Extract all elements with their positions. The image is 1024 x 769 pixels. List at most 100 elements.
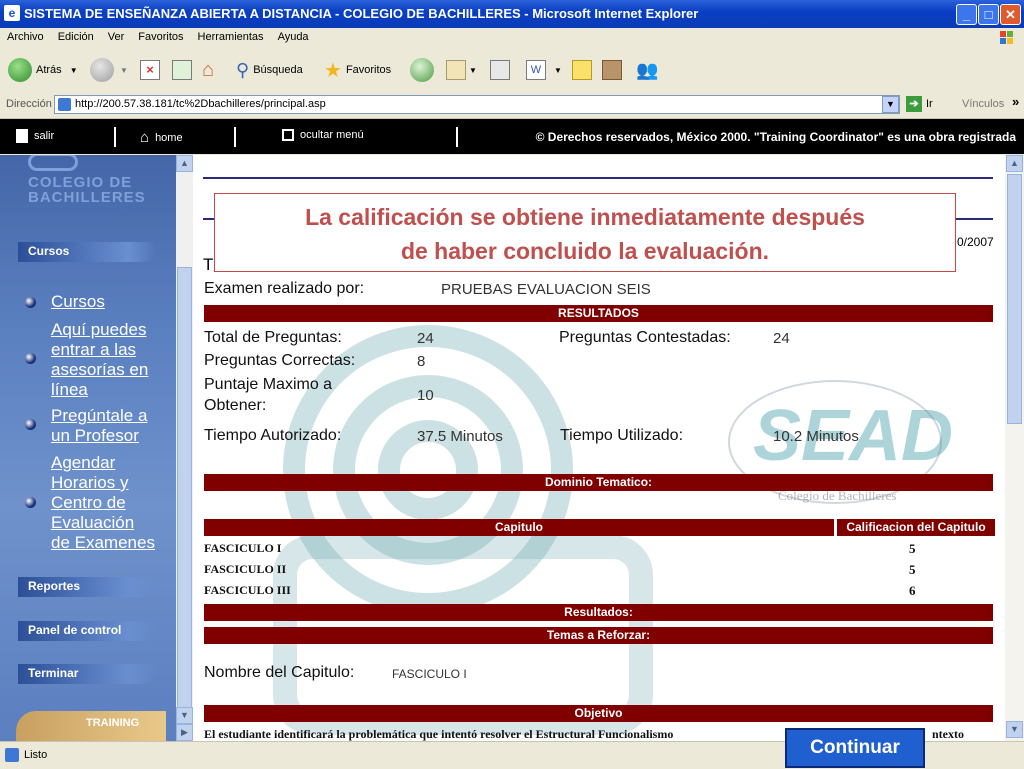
hide-menu-link[interactable]: ocultar menú bbox=[282, 129, 364, 141]
chapter-name-1: FASCICULO I bbox=[204, 541, 282, 555]
link-line: de Examenes bbox=[51, 533, 155, 552]
mail-button[interactable]: ▼ bbox=[446, 58, 477, 82]
toolbar: Atrás ▼ ▼ × ⌂ ⚲ Búsqueda ★ Favoritos ▼ W… bbox=[0, 48, 1024, 93]
magnifier-icon: ⚲ bbox=[236, 59, 250, 80]
chapter-header: Capitulo bbox=[204, 519, 834, 536]
sidebar-scrollbar[interactable]: ▲ ▼ ▶ bbox=[176, 155, 193, 741]
menu-ayuda[interactable]: Ayuda bbox=[271, 28, 316, 43]
chapter-grade-3: 6 bbox=[909, 583, 916, 598]
hide-menu-icon bbox=[282, 129, 294, 141]
chapter-grade-2: 5 bbox=[909, 562, 916, 577]
results-subheader: Resultados: bbox=[204, 604, 993, 621]
sidebar: COLEGIO DE BACHILLERES Cursos Cursos Aqu… bbox=[0, 155, 176, 741]
messenger-button[interactable]: 👥 bbox=[636, 58, 658, 82]
header-divider bbox=[114, 127, 116, 147]
address-bar: Dirección http://200.57.38.181/tc%2Dbach… bbox=[0, 92, 1024, 119]
history-icon bbox=[410, 58, 434, 82]
sidebar-link-asesorias[interactable]: Aquí puedes entrar a las asesorías en lí… bbox=[51, 320, 148, 400]
windows-logo-icon bbox=[1000, 31, 1013, 44]
scroll-down-icon[interactable]: ▼ bbox=[176, 707, 193, 724]
scroll-up-icon[interactable]: ▲ bbox=[1006, 155, 1023, 172]
sidebar-link-cursos[interactable]: Cursos bbox=[51, 292, 105, 312]
max-score-label-2: Obtener: bbox=[204, 397, 267, 414]
logo-graphic-icon bbox=[28, 155, 78, 171]
results-header: RESULTADOS bbox=[204, 305, 993, 322]
link-line: Agendar bbox=[51, 453, 116, 472]
callout-line-1: La calificación se obtiene inmediatament… bbox=[305, 204, 865, 230]
menu-ver[interactable]: Ver bbox=[101, 28, 132, 43]
edit-dropdown-icon: ▼ bbox=[554, 65, 562, 75]
minimize-button[interactable]: _ bbox=[956, 4, 977, 25]
answered-label: Preguntas Contestadas: bbox=[559, 329, 731, 346]
address-dropdown-icon[interactable]: ▼ bbox=[882, 96, 899, 113]
sidebar-link-agendar[interactable]: Agendar Horarios y Centro de Evaluación … bbox=[51, 453, 155, 553]
maximize-button[interactable]: □ bbox=[978, 4, 999, 25]
section-terminar[interactable]: Terminar bbox=[18, 664, 156, 684]
home-link[interactable]: ⌂ home bbox=[140, 129, 183, 146]
mail-icon bbox=[446, 60, 466, 80]
forward-button[interactable]: ▼ bbox=[90, 58, 128, 82]
menu-archivo[interactable]: Archivo bbox=[0, 28, 51, 43]
search-button[interactable]: ⚲ Búsqueda bbox=[236, 58, 303, 82]
sidebar-link-profesor[interactable]: Pregúntale a un Profesor bbox=[51, 406, 147, 446]
home-label: home bbox=[155, 131, 183, 144]
word-icon: W bbox=[526, 60, 546, 80]
topics-header: Temas a Reforzar: bbox=[204, 627, 993, 644]
print-button[interactable] bbox=[490, 58, 510, 82]
chevron-right-icon[interactable]: » bbox=[1012, 94, 1019, 109]
link-line: entrar a las bbox=[51, 340, 137, 359]
back-dropdown-icon[interactable]: ▼ bbox=[70, 66, 78, 75]
section-reportes[interactable]: Reportes bbox=[18, 577, 156, 597]
links-label[interactable]: Vínculos bbox=[962, 98, 1004, 110]
messenger-icon: 👥 bbox=[636, 59, 659, 80]
auth-time-value: 37.5 Minutos bbox=[417, 428, 503, 445]
objective-text-end: ntexto bbox=[932, 727, 964, 741]
scroll-up-icon[interactable]: ▲ bbox=[176, 155, 193, 172]
refresh-button[interactable] bbox=[172, 58, 192, 82]
site-header: salir ⌂ home ocultar menú © Derechos res… bbox=[0, 119, 1024, 154]
exam-by-label: Examen realizado por: bbox=[204, 280, 365, 297]
go-label: Ir bbox=[926, 98, 933, 110]
main-scroll-thumb[interactable] bbox=[1007, 174, 1022, 424]
page-status-icon bbox=[5, 748, 19, 762]
forward-dropdown-icon[interactable]: ▼ bbox=[120, 66, 128, 75]
section-panel-control[interactable]: Panel de control bbox=[18, 621, 156, 641]
edit-button[interactable]: W ▼ bbox=[526, 58, 562, 82]
address-url: http://200.57.38.181/tc%2Dbachilleres/pr… bbox=[75, 98, 326, 110]
max-score-label-1: Puntaje Maximo a bbox=[204, 376, 333, 393]
stop-icon: × bbox=[140, 60, 160, 80]
sidebar-scroll-thumb[interactable] bbox=[177, 267, 192, 717]
scroll-right-icon[interactable]: ▶ bbox=[176, 724, 193, 741]
back-button[interactable]: Atrás ▼ bbox=[8, 58, 78, 82]
research-button[interactable] bbox=[602, 58, 622, 82]
menu-herramientas[interactable]: Herramientas bbox=[191, 28, 271, 43]
scroll-down-icon[interactable]: ▼ bbox=[1006, 721, 1023, 738]
link-line: Cursos bbox=[51, 292, 105, 311]
used-time-label: Tiempo Utilizado: bbox=[560, 427, 684, 444]
exit-label: salir bbox=[34, 130, 55, 142]
house-icon: ⌂ bbox=[202, 58, 215, 81]
address-input[interactable]: http://200.57.38.181/tc%2Dbachilleres/pr… bbox=[54, 95, 900, 114]
stop-button[interactable]: × bbox=[140, 58, 160, 82]
ie-app-icon: e bbox=[4, 5, 20, 21]
close-button[interactable]: ✕ bbox=[1000, 4, 1021, 25]
auth-time-label: Tiempo Autorizado: bbox=[204, 427, 342, 444]
grade-header: Calificacion del Capitulo bbox=[835, 519, 995, 536]
training-logo: TRAINING bbox=[16, 711, 166, 741]
section-cursos[interactable]: Cursos bbox=[18, 242, 156, 262]
printer-icon bbox=[490, 60, 510, 80]
discuss-button[interactable] bbox=[572, 58, 592, 82]
total-questions-value: 24 bbox=[417, 330, 434, 347]
menu-favoritos[interactable]: Favoritos bbox=[131, 28, 190, 43]
menu-edicion[interactable]: Edición bbox=[51, 28, 101, 43]
continue-button[interactable]: Continuar bbox=[785, 728, 925, 768]
link-line: un Profesor bbox=[51, 426, 139, 445]
favorites-button[interactable]: ★ Favoritos bbox=[324, 58, 391, 82]
home-toolbar-button[interactable]: ⌂ bbox=[202, 58, 214, 82]
go-button[interactable]: ➔ Ir bbox=[906, 96, 933, 112]
max-score-value: 10 bbox=[417, 387, 434, 404]
exit-link[interactable]: salir bbox=[16, 129, 54, 143]
history-button[interactable] bbox=[410, 58, 434, 82]
college-logo: COLEGIO DE BACHILLERES bbox=[28, 175, 146, 205]
chapter-name-value: FASCICULO I bbox=[392, 667, 467, 681]
